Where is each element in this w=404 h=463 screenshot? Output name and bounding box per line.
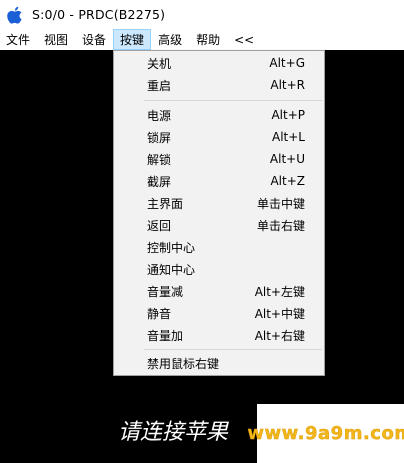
menu-item-volume-up[interactable]: 音量加 Alt+右键 [114,324,324,346]
window-title: S:0/0 - PRDC(B2275) [32,7,166,22]
menu-item-label: 主界面 [147,196,184,211]
menu-advanced[interactable]: 高级 [151,29,189,50]
watermark: www.9a9m.com [247,404,404,463]
menu-bar: 文件 视图 设备 按键 高级 帮助 << [0,29,404,50]
menu-item-label: 音量减 [147,284,184,299]
connect-device-message: 请连接苹果 [118,420,229,445]
menu-item-shortcut: Alt+U [269,152,305,166]
menu-item-screenshot[interactable]: 截屏 Alt+Z [114,170,324,192]
apple-icon [7,6,22,24]
menu-item-label: 截屏 [147,174,172,189]
menu-item-label: 音量加 [147,328,184,343]
menu-item-shortcut: Alt+右键 [254,328,305,343]
menu-item-shortcut: Alt+L [272,130,305,144]
menu-file[interactable]: 文件 [0,29,37,50]
menu-item-label: 解锁 [147,152,172,167]
menu-item-lock-screen[interactable]: 锁屏 Alt+L [114,126,324,148]
keys-dropdown-menu: 关机 Alt+G 重启 Alt+R 电源 Alt+P 锁屏 Alt+L 解锁 A… [113,50,325,376]
menu-item-restart[interactable]: 重启 Alt+R [114,74,324,96]
menu-item-mute[interactable]: 静音 Alt+中键 [114,302,324,324]
menu-item-shortcut: Alt+中键 [254,306,305,321]
menu-item-label: 禁用鼠标右键 [147,356,220,371]
menu-item-label: 锁屏 [147,130,172,145]
menu-item-label: 控制中心 [147,240,196,255]
menu-item-disable-right-click[interactable]: 禁用鼠标右键 [114,352,324,374]
menu-item-shutdown[interactable]: 关机 Alt+G [114,52,324,74]
menu-help[interactable]: 帮助 [189,29,227,50]
menu-item-label: 通知中心 [147,262,196,277]
menu-item-unlock[interactable]: 解锁 Alt+U [114,148,324,170]
menu-item-shortcut: 单击右键 [256,218,305,233]
menu-keys[interactable]: 按键 [113,29,152,50]
menu-item-label: 电源 [147,108,172,123]
menu-item-control-center[interactable]: 控制中心 [114,236,324,258]
menu-item-shortcut: Alt+P [271,108,305,122]
menu-item-back[interactable]: 返回 单击右键 [114,214,324,236]
menu-item-label: 重启 [147,78,172,93]
menu-item-label: 返回 [147,218,172,233]
menu-item-shortcut: Alt+R [270,78,305,92]
menu-separator [144,349,322,350]
title-bar: S:0/0 - PRDC(B2275) [0,0,404,29]
menu-item-power[interactable]: 电源 Alt+P [114,104,324,126]
menu-item-volume-down[interactable]: 音量减 Alt+左键 [114,280,324,302]
menu-item-shortcut: Alt+Z [270,174,305,188]
menu-item-shortcut: 单击中键 [256,196,305,211]
menu-view[interactable]: 视图 [37,29,75,50]
menu-item-home[interactable]: 主界面 单击中键 [114,192,324,214]
menu-item-label: 关机 [147,56,172,71]
menu-item-shortcut: Alt+左键 [254,284,305,299]
menu-separator [144,100,322,101]
menu-item-label: 静音 [147,306,172,321]
menu-item-shortcut: Alt+G [269,56,305,70]
watermark-text: www.9a9m.com [247,423,404,444]
menu-device[interactable]: 设备 [75,29,113,50]
menu-item-notification-center[interactable]: 通知中心 [114,258,324,280]
menu-collapse[interactable]: << [227,29,261,50]
